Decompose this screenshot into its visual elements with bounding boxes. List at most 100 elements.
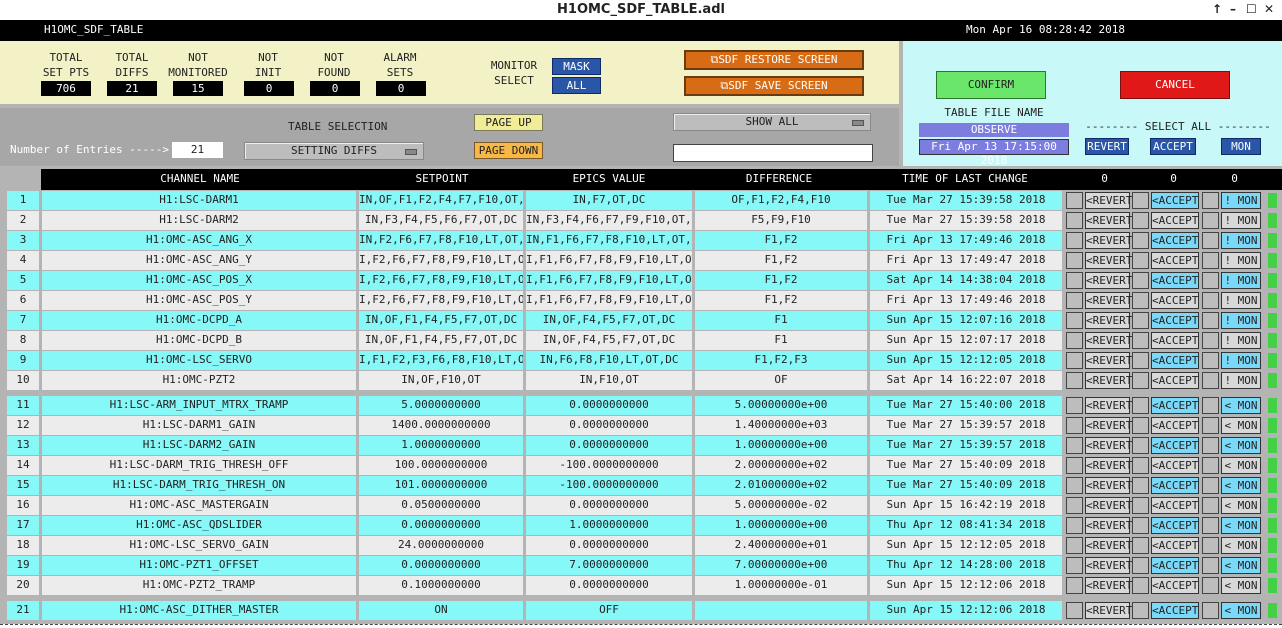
mon-button[interactable]: ! MON <box>1221 332 1261 349</box>
accept-checkbox[interactable] <box>1132 252 1149 269</box>
mon-button[interactable]: < MON <box>1221 497 1261 514</box>
cancel-button[interactable]: CANCEL <box>1120 71 1230 99</box>
accept-button[interactable]: <ACCEPT <box>1151 252 1199 269</box>
accept-button[interactable]: <ACCEPT <box>1151 272 1199 289</box>
revert-checkbox[interactable] <box>1066 497 1083 514</box>
accept-checkbox[interactable] <box>1132 212 1149 229</box>
page-up-button[interactable]: PAGE UP <box>474 114 543 131</box>
accept-button[interactable]: <ACCEPT <box>1151 477 1199 494</box>
mon-button[interactable]: ! MON <box>1221 212 1261 229</box>
accept-checkbox[interactable] <box>1132 477 1149 494</box>
page-down-button[interactable]: PAGE DOWN <box>474 142 543 159</box>
revert-checkbox[interactable] <box>1066 517 1083 534</box>
mon-button[interactable]: ! MON <box>1221 272 1261 289</box>
mon-checkbox[interactable] <box>1202 272 1219 289</box>
select-all-accept-button[interactable]: ACCEPT <box>1150 138 1196 155</box>
accept-checkbox[interactable] <box>1132 437 1149 454</box>
accept-button[interactable]: <ACCEPT <box>1151 417 1199 434</box>
accept-button[interactable]: <ACCEPT <box>1151 397 1199 414</box>
accept-button[interactable]: <ACCEPT <box>1151 517 1199 534</box>
mon-checkbox[interactable] <box>1202 537 1219 554</box>
mon-checkbox[interactable] <box>1202 232 1219 249</box>
accept-checkbox[interactable] <box>1132 312 1149 329</box>
revert-button[interactable]: <REVERT <box>1085 332 1132 349</box>
sdf-save-screen-button[interactable]: ⧉SDF SAVE SCREEN <box>684 76 864 96</box>
revert-button[interactable]: <REVERT <box>1085 557 1132 574</box>
accept-checkbox[interactable] <box>1132 272 1149 289</box>
mon-button[interactable]: ! MON <box>1221 312 1261 329</box>
revert-checkbox[interactable] <box>1066 292 1083 309</box>
accept-checkbox[interactable] <box>1132 232 1149 249</box>
revert-checkbox[interactable] <box>1066 577 1083 594</box>
accept-checkbox[interactable] <box>1132 352 1149 369</box>
minimize-icon[interactable]: – <box>1230 2 1236 16</box>
accept-checkbox[interactable] <box>1132 602 1149 619</box>
accept-button[interactable]: <ACCEPT <box>1151 332 1199 349</box>
accept-checkbox[interactable] <box>1132 537 1149 554</box>
mon-button[interactable]: < MON <box>1221 457 1261 474</box>
mon-button[interactable]: < MON <box>1221 577 1261 594</box>
accept-checkbox[interactable] <box>1132 497 1149 514</box>
mon-checkbox[interactable] <box>1202 557 1219 574</box>
mon-checkbox[interactable] <box>1202 372 1219 389</box>
mon-button[interactable]: < MON <box>1221 417 1261 434</box>
mon-checkbox[interactable] <box>1202 417 1219 434</box>
revert-button[interactable]: <REVERT <box>1085 417 1132 434</box>
mon-checkbox[interactable] <box>1202 577 1219 594</box>
filter-text-input[interactable] <box>673 144 873 162</box>
mon-button[interactable]: ! MON <box>1221 372 1261 389</box>
revert-button[interactable]: <REVERT <box>1085 517 1132 534</box>
revert-button[interactable]: <REVERT <box>1085 252 1132 269</box>
mon-button[interactable]: ! MON <box>1221 352 1261 369</box>
revert-button[interactable]: <REVERT <box>1085 312 1132 329</box>
accept-button[interactable]: <ACCEPT <box>1151 457 1199 474</box>
revert-button[interactable]: <REVERT <box>1085 477 1132 494</box>
mon-button[interactable]: < MON <box>1221 537 1261 554</box>
select-all-mon-button[interactable]: MON <box>1221 138 1261 155</box>
accept-button[interactable]: <ACCEPT <box>1151 312 1199 329</box>
accept-button[interactable]: <ACCEPT <box>1151 577 1199 594</box>
revert-checkbox[interactable] <box>1066 557 1083 574</box>
accept-button[interactable]: <ACCEPT <box>1151 212 1199 229</box>
mon-button[interactable]: < MON <box>1221 437 1261 454</box>
revert-checkbox[interactable] <box>1066 232 1083 249</box>
accept-checkbox[interactable] <box>1132 517 1149 534</box>
revert-checkbox[interactable] <box>1066 537 1083 554</box>
mon-checkbox[interactable] <box>1202 332 1219 349</box>
restore-icon[interactable]: ☐ <box>1246 2 1257 16</box>
revert-button[interactable]: <REVERT <box>1085 537 1132 554</box>
mon-checkbox[interactable] <box>1202 212 1219 229</box>
mon-checkbox[interactable] <box>1202 192 1219 209</box>
revert-button[interactable]: <REVERT <box>1085 397 1132 414</box>
accept-checkbox[interactable] <box>1132 457 1149 474</box>
mon-button[interactable]: ! MON <box>1221 292 1261 309</box>
revert-checkbox[interactable] <box>1066 477 1083 494</box>
mon-button[interactable]: < MON <box>1221 557 1261 574</box>
mon-button[interactable]: ! MON <box>1221 232 1261 249</box>
accept-checkbox[interactable] <box>1132 397 1149 414</box>
accept-button[interactable]: <ACCEPT <box>1151 192 1199 209</box>
mon-checkbox[interactable] <box>1202 312 1219 329</box>
revert-button[interactable]: <REVERT <box>1085 437 1132 454</box>
accept-button[interactable]: <ACCEPT <box>1151 372 1199 389</box>
accept-checkbox[interactable] <box>1132 577 1149 594</box>
accept-checkbox[interactable] <box>1132 332 1149 349</box>
mon-checkbox[interactable] <box>1202 602 1219 619</box>
mon-button[interactable]: ! MON <box>1221 192 1261 209</box>
mon-checkbox[interactable] <box>1202 477 1219 494</box>
accept-checkbox[interactable] <box>1132 557 1149 574</box>
revert-checkbox[interactable] <box>1066 397 1083 414</box>
revert-button[interactable]: <REVERT <box>1085 212 1132 229</box>
revert-button[interactable]: <REVERT <box>1085 192 1132 209</box>
revert-checkbox[interactable] <box>1066 252 1083 269</box>
mask-button[interactable]: MASK <box>552 58 601 75</box>
revert-button[interactable]: <REVERT <box>1085 292 1132 309</box>
revert-button[interactable]: <REVERT <box>1085 352 1132 369</box>
accept-button[interactable]: <ACCEPT <box>1151 537 1199 554</box>
revert-checkbox[interactable] <box>1066 192 1083 209</box>
revert-button[interactable]: <REVERT <box>1085 602 1132 619</box>
mon-checkbox[interactable] <box>1202 517 1219 534</box>
mon-checkbox[interactable] <box>1202 397 1219 414</box>
mon-checkbox[interactable] <box>1202 352 1219 369</box>
mon-checkbox[interactable] <box>1202 497 1219 514</box>
